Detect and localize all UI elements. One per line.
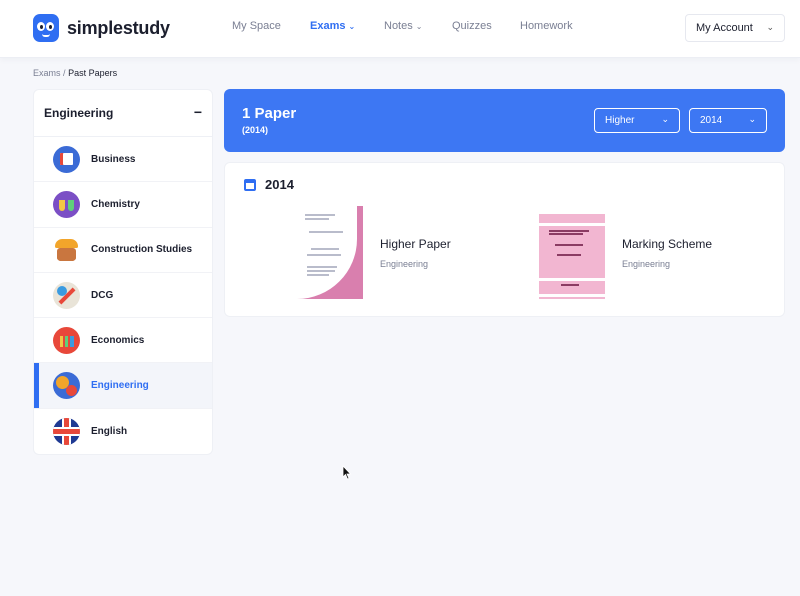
paper-year-subtitle: (2014) xyxy=(242,125,269,135)
year-heading: 2014 xyxy=(244,177,294,192)
year-select-value: 2014 xyxy=(700,115,723,126)
top-navigation-bar: simplestudy My Space Exams ⌄ Notes ⌄ Qui… xyxy=(0,0,800,58)
sidebar-item-label: Engineering xyxy=(91,380,149,392)
economics-icon xyxy=(53,326,80,354)
my-account-label: My Account xyxy=(696,22,753,34)
logo-text: simplestudy xyxy=(67,17,170,38)
dcg-icon xyxy=(53,281,80,309)
nav-notes[interactable]: Notes ⌄ xyxy=(384,20,452,32)
paper-count-title: 1 Paper xyxy=(242,105,297,122)
papers-card: 2014 Higher Paper Engineering Marking Sc… xyxy=(224,162,785,317)
sidebar-item-economics[interactable]: Economics xyxy=(34,318,212,364)
calendar-icon xyxy=(244,178,256,191)
chevron-down-icon: ⌄ xyxy=(661,114,669,124)
year-select[interactable]: 2014 ⌄ xyxy=(689,108,767,133)
chevron-down-icon: ⌄ xyxy=(348,21,356,31)
mouse-cursor-icon xyxy=(342,465,352,480)
sidebar-item-label: DCG xyxy=(91,289,114,301)
nav-my-space-label: My Space xyxy=(232,20,281,32)
logo[interactable]: simplestudy xyxy=(33,14,170,42)
sidebar-heading[interactable]: Engineering − xyxy=(34,90,212,137)
level-select-value: Higher xyxy=(605,115,635,126)
sidebar-item-label: Economics xyxy=(91,334,145,346)
nav-quizzes-label: Quizzes xyxy=(452,20,492,32)
nav-homework[interactable]: Homework xyxy=(520,20,573,32)
paper-title[interactable]: Higher Paper xyxy=(380,237,451,251)
chevron-down-icon: ⌄ xyxy=(748,114,756,124)
nav-notes-label: Notes xyxy=(384,20,413,32)
paper-marking-scheme[interactable]: Marking Scheme Engineering xyxy=(539,206,712,299)
sidebar-item-business[interactable]: Business xyxy=(34,137,212,183)
nav-my-space[interactable]: My Space xyxy=(232,20,310,32)
level-select[interactable]: Higher ⌄ xyxy=(594,108,680,133)
business-icon xyxy=(53,145,80,173)
breadcrumb: Exams / Past Papers xyxy=(33,68,117,78)
sidebar-item-label: Chemistry xyxy=(91,198,140,210)
breadcrumb-exams[interactable]: Exams xyxy=(33,68,61,78)
construction-icon xyxy=(53,236,80,263)
subject-sidebar: Engineering − Business Chemistry Constru… xyxy=(33,89,213,455)
sidebar-heading-label: Engineering xyxy=(44,106,114,120)
papers-banner: 1 Paper (2014) Higher ⌄ 2014 ⌄ xyxy=(224,89,785,152)
sidebar-item-label: English xyxy=(91,425,128,437)
sidebar-item-engineering[interactable]: Engineering xyxy=(34,363,212,409)
engineering-icon xyxy=(53,372,80,400)
sidebar-item-construction-studies[interactable]: Construction Studies xyxy=(34,228,212,273)
chemistry-icon xyxy=(53,190,80,218)
collapse-icon[interactable]: − xyxy=(194,104,202,120)
year-label: 2014 xyxy=(265,177,294,192)
breadcrumb-separator: / xyxy=(63,68,66,78)
chevron-down-icon: ⌄ xyxy=(415,21,423,31)
sidebar-item-english[interactable]: English xyxy=(34,409,212,454)
nav-quizzes[interactable]: Quizzes xyxy=(452,20,520,32)
paper-title[interactable]: Marking Scheme xyxy=(622,237,712,251)
english-flag-icon xyxy=(53,417,80,445)
my-account-dropdown[interactable]: My Account ⌄ xyxy=(685,14,785,42)
sidebar-item-dcg[interactable]: DCG xyxy=(34,273,212,319)
sidebar-item-label: Construction Studies xyxy=(91,244,193,256)
higher-paper-thumbnail[interactable] xyxy=(297,206,363,299)
breadcrumb-current: Past Papers xyxy=(68,68,118,78)
nav-homework-label: Homework xyxy=(520,20,573,32)
nav-exams-label: Exams xyxy=(310,20,346,32)
marking-scheme-thumbnail[interactable] xyxy=(539,206,605,299)
chevron-down-icon: ⌄ xyxy=(766,22,774,32)
main-nav: My Space Exams ⌄ Notes ⌄ Quizzes Homewor… xyxy=(232,20,573,32)
paper-subject: Engineering xyxy=(380,259,429,269)
paper-higher[interactable]: Higher Paper Engineering xyxy=(297,206,451,299)
nav-exams[interactable]: Exams ⌄ xyxy=(310,20,384,32)
simplestudy-logo-icon xyxy=(33,14,59,42)
paper-subject: Engineering xyxy=(622,259,671,269)
sidebar-item-label: Business xyxy=(91,153,136,165)
sidebar-item-chemistry[interactable]: Chemistry xyxy=(34,182,212,228)
